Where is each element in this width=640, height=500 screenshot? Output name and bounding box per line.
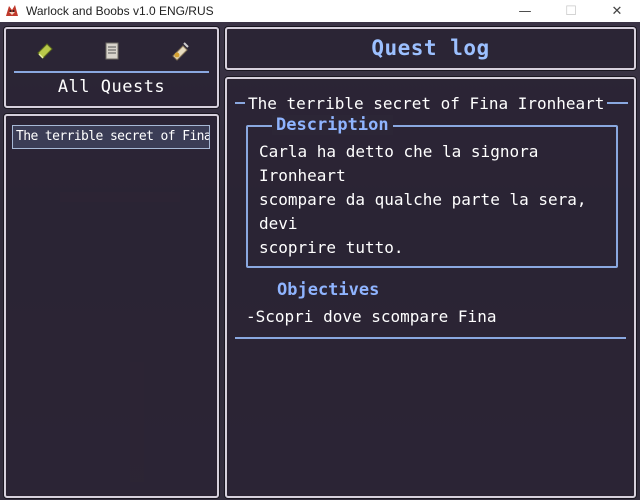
quest-title-row: The terrible secret of Fina Ironheart bbox=[235, 92, 628, 114]
category-divider bbox=[14, 71, 209, 73]
window-title: Warlock and Boobs v1.0 ENG/RUS bbox=[26, 4, 214, 18]
title-dash-right bbox=[607, 102, 628, 104]
objectives-label: Objectives bbox=[277, 280, 380, 300]
scroll-list-icon[interactable] bbox=[100, 39, 124, 63]
description-text: Carla ha detto che la signora Ironheart … bbox=[259, 142, 587, 257]
description-label: Description bbox=[272, 115, 393, 135]
description-box: Description Carla ha detto che la signor… bbox=[246, 115, 618, 268]
quest-log-header: Quest log bbox=[225, 27, 636, 70]
window-titlebar[interactable]: Warlock and Boobs v1.0 ENG/RUS — ☐ ✕ bbox=[0, 0, 640, 22]
quest-list-window: The terrible secret of Fina Ironheart bbox=[4, 114, 219, 498]
quest-detail-window: The terrible secret of Fina Ironheart De… bbox=[225, 77, 636, 498]
objective-item: -Scopri dove scompare Fina bbox=[246, 307, 497, 326]
maximize-button[interactable]: ☐ bbox=[548, 0, 594, 22]
scroll-quill-icon[interactable] bbox=[168, 39, 192, 63]
category-icons bbox=[6, 35, 217, 67]
game-screen: All Quests The terrible secret of Fina I… bbox=[0, 22, 640, 500]
close-button[interactable]: ✕ bbox=[594, 0, 640, 22]
book-icon[interactable] bbox=[33, 39, 57, 63]
objectives-divider bbox=[235, 337, 626, 339]
quest-title: The terrible secret of Fina Ironheart bbox=[248, 93, 605, 113]
category-label[interactable]: All Quests bbox=[6, 77, 217, 97]
minimize-button[interactable]: — bbox=[502, 0, 548, 22]
page-title: Quest log bbox=[371, 36, 490, 60]
quest-list-item[interactable]: The terrible secret of Fina Ironheart bbox=[12, 125, 210, 149]
title-dash-left bbox=[235, 102, 245, 104]
quest-category-window: All Quests bbox=[4, 27, 219, 108]
app-icon bbox=[4, 3, 20, 19]
